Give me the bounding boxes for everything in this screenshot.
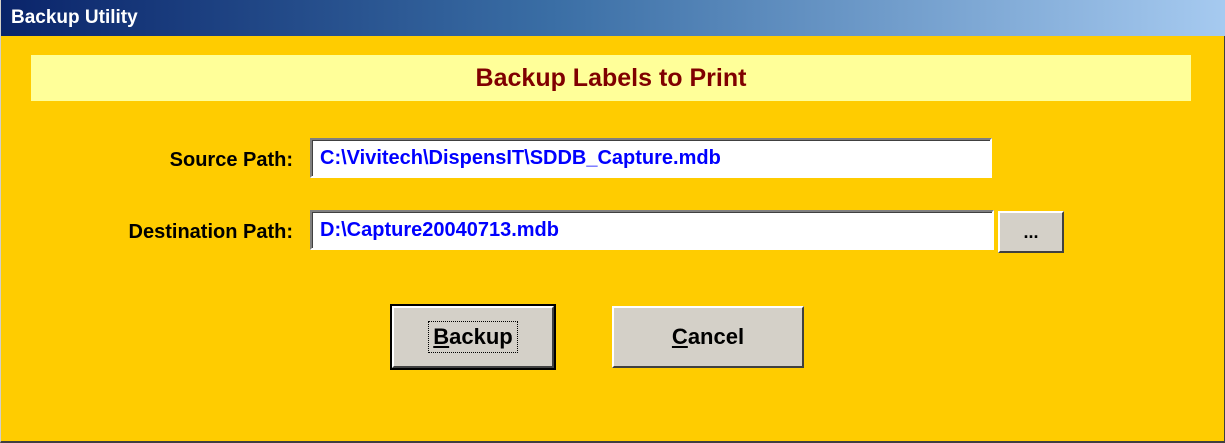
window-title: Backup Utility xyxy=(11,7,138,28)
cancel-button-text: ancel xyxy=(687,324,745,349)
source-path-input[interactable] xyxy=(310,138,992,178)
backup-button-text: ackup xyxy=(449,324,513,349)
destination-path-input[interactable] xyxy=(310,210,994,250)
backup-button-label: Backup xyxy=(428,321,518,353)
cancel-button[interactable]: Cancel xyxy=(612,306,804,368)
backup-accelerator: B xyxy=(433,324,450,349)
banner-title: Backup Labels to Print xyxy=(475,63,747,92)
backup-utility-window: Backup Utility Backup Labels to Print So… xyxy=(0,0,1225,443)
source-path-label: Source Path: xyxy=(169,149,293,171)
cancel-accelerator: C xyxy=(671,324,688,349)
cancel-button-label: Cancel xyxy=(668,322,748,352)
destination-path-label: Destination Path: xyxy=(128,221,293,243)
backup-button[interactable]: Backup xyxy=(390,304,556,370)
browse-button[interactable]: ... xyxy=(998,211,1064,253)
header-banner: Backup Labels to Print xyxy=(31,55,1191,101)
title-bar[interactable]: Backup Utility xyxy=(1,0,1225,36)
browse-button-label: ... xyxy=(1023,222,1039,242)
